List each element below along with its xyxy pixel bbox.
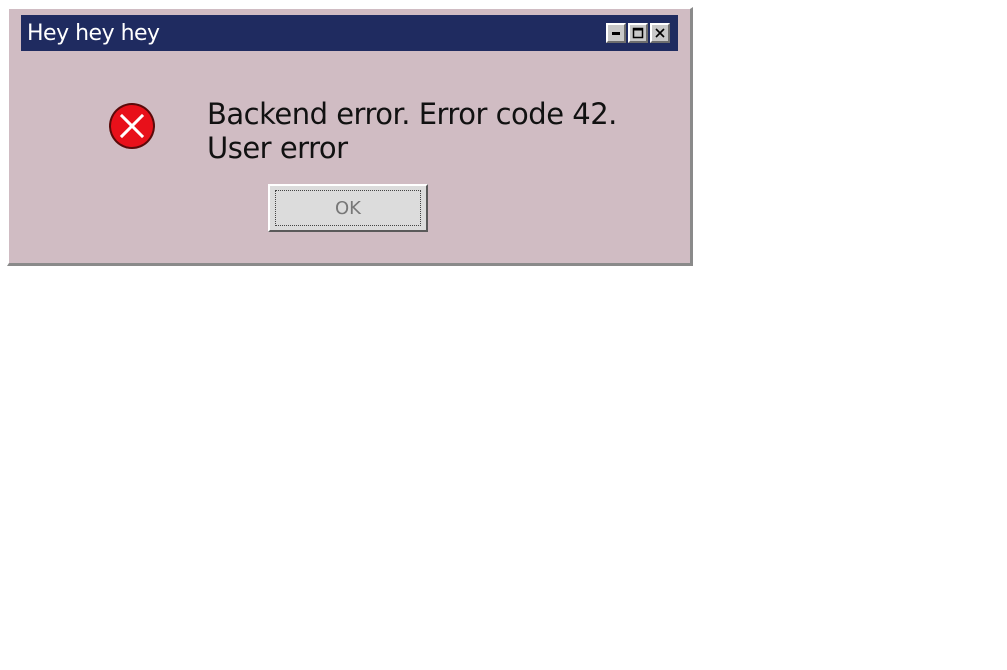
dialog-body: Backend error. Error code 42. User error…	[21, 51, 678, 261]
window-title: Hey hey hey	[27, 20, 160, 46]
close-button[interactable]	[650, 23, 670, 43]
minimize-button[interactable]	[606, 23, 626, 43]
minimize-icon	[610, 27, 622, 39]
window-controls	[606, 23, 670, 43]
error-icon	[107, 101, 157, 151]
error-dialog: Hey hey hey Backend error. Error code 42…	[7, 7, 693, 266]
ok-button-label: OK	[275, 190, 421, 226]
title-bar[interactable]: Hey hey hey	[21, 15, 678, 51]
close-icon	[654, 27, 666, 39]
maximize-button[interactable]	[628, 23, 648, 43]
maximize-icon	[632, 27, 644, 39]
error-message: Backend error. Error code 42. User error	[207, 97, 617, 165]
ok-button[interactable]: OK	[268, 184, 428, 232]
